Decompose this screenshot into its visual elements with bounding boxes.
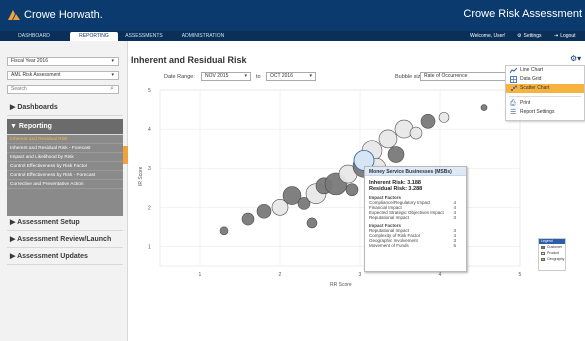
bubble-size-select[interactable]: Rate of Occurrence▾ [420, 72, 512, 81]
date-to-value: OCT 2016 [270, 73, 293, 79]
date-to-select[interactable]: OCT 2016 ▾ [266, 72, 316, 81]
sidebar-section-dashboards[interactable]: ▶ Dashboards [7, 100, 123, 116]
bubble-size-value: Rate of Occurrence [424, 73, 468, 79]
menu-item-label: Report Settings [520, 109, 555, 115]
crowe-logo[interactable]: Crowe Horwath. [8, 9, 103, 21]
legend-swatch [541, 251, 545, 255]
fiscal-year-value: Fiscal Year 2016 [11, 58, 48, 64]
section-label: Dashboards [17, 104, 58, 111]
assessment-select[interactable]: AML Risk Assessment ▾ [7, 71, 119, 80]
sidebar-section-updates[interactable]: ▶ Assessment Updates [7, 249, 123, 265]
factor-name: Reputational Impact [369, 215, 410, 220]
scatter-chart-icon [511, 85, 517, 91]
legend-label: Geography [547, 257, 565, 261]
menu-item-line-chart[interactable]: Line Chart [506, 66, 584, 75]
logo-mark-icon [8, 10, 20, 20]
search-input[interactable]: Search ⌕ [7, 85, 119, 94]
legend-label: Customer [547, 245, 563, 249]
sidebar-item-inherent-residual-forecast[interactable]: Inherent and Residual Risk - Forecast [7, 144, 123, 153]
menu-divider [509, 93, 581, 97]
tooltip-group-1: Compliance/Regulatory Impact 4 Financial I… [365, 200, 466, 220]
menu-item-data-grid[interactable]: Data Grid [506, 75, 584, 84]
menu-item-report-settings[interactable]: ☰ Report Settings [506, 108, 584, 117]
menu-item-label: Scatter Chart [520, 85, 550, 91]
sidebar-item-control-effectiveness-forecast[interactable]: Control Effectiveness by Risk - Forecast [7, 171, 123, 180]
sidebar-section-review[interactable]: ▶ Assessment Review/Launch [7, 232, 123, 248]
sidebar-item-impact-likelihood[interactable]: Impact and Likelihood by Risk [7, 153, 123, 162]
tooltip-factor-row: Movement of Funds 5 [365, 243, 466, 248]
legend-swatch [541, 245, 545, 249]
search-placeholder: Search [11, 86, 27, 92]
tooltip-title: Money Service Businesses (MSBs) [365, 167, 466, 176]
logout-link[interactable]: ⇥ Logout [554, 31, 576, 41]
chart-options-menu: Line Chart Data Grid Scatter Chart ⎙ Prin… [505, 65, 585, 121]
fiscal-year-select[interactable]: Fiscal Year 2016 ▾ [7, 57, 119, 66]
menu-item-print[interactable]: ⎙ Print [506, 99, 584, 108]
chevron-down-icon: ▾ [309, 73, 312, 79]
menu-item-scatter-chart[interactable]: Scatter Chart [506, 84, 584, 93]
menu-item-label: Line Chart [520, 67, 544, 73]
app-title: Crowe Risk Assessment [463, 8, 582, 20]
chevron-down-icon: ▾ [111, 58, 114, 64]
factor-name: Movement of Funds [369, 243, 409, 248]
sidebar-item-corrective-action[interactable]: Corrective and Preventative Action [7, 180, 123, 189]
assessment-value: AML Risk Assessment [11, 72, 61, 78]
logout-label: Logout [560, 33, 576, 39]
sidebar-section-reporting[interactable]: ▼ Reporting [7, 119, 123, 135]
line-chart-icon [510, 67, 517, 74]
nav-bar: DASHBOARD REPORTING ASSESSMENTS ADMINIST… [0, 31, 585, 41]
gear-icon: ⚙ [517, 33, 522, 39]
settings-link[interactable]: ⚙ Settings [517, 31, 542, 41]
factor-value: 3 [453, 215, 456, 220]
logo-text: Crowe Horwath. [24, 9, 103, 21]
tab-administration[interactable]: ADMINISTRATION [172, 32, 234, 41]
menu-item-label: Print [520, 100, 531, 106]
section-label: Reporting [18, 123, 52, 130]
bubble-tooltip: Money Service Businesses (MSBs) Inherent… [364, 166, 467, 272]
welcome-text: Welcome, User! [470, 33, 506, 39]
section-label: Assessment Updates [17, 253, 88, 260]
legend-entry: Geography [539, 256, 565, 262]
settings-list-icon: ☰ [510, 109, 517, 116]
chart-options-gear-icon[interactable]: ⚙▾ [570, 54, 581, 63]
menu-item-label: Data Grid [520, 76, 542, 82]
sidebar: Fiscal Year 2016 ▾ AML Risk Assessment ▾ S… [0, 41, 128, 341]
to-label: to [256, 74, 261, 80]
legend-swatch [541, 257, 545, 261]
tab-dashboard[interactable]: DASHBOARD [8, 32, 60, 41]
grid-icon [510, 76, 517, 83]
logout-icon: ⇥ [554, 33, 559, 39]
tooltip-residual-risk: Residual Risk: 3.288 [369, 186, 423, 192]
date-from-select[interactable]: NOV 2015 ▾ [201, 72, 251, 81]
legend-rows: Customer Product Geography [539, 244, 565, 262]
section-label: Assessment Setup [17, 219, 80, 226]
date-range-label: Date Range: [164, 74, 195, 80]
chevron-down-icon: ▾ [111, 72, 114, 78]
sidebar-item-control-effectiveness-factor[interactable]: Control Effectiveness by Risk Factor [7, 162, 123, 171]
search-icon[interactable]: ⌕ [110, 85, 114, 92]
legend-label: Product [547, 251, 560, 255]
sidebar-section-setup[interactable]: ▶ Assessment Setup [7, 215, 123, 231]
chevron-down-icon: ▾ [244, 73, 247, 79]
print-icon: ⎙ [510, 100, 516, 107]
top-bar: Crowe Horwath. Crowe Risk Assessment [0, 0, 585, 31]
reporting-submenu: Inherent and Residual Risk Inherent and … [7, 135, 123, 216]
tab-assessments[interactable]: ASSESSMENTS [120, 32, 168, 41]
section-label: Assessment Review/Launch [17, 236, 112, 243]
page-title: Inherent and Residual Risk [131, 55, 247, 65]
date-from-value: NOV 2015 [205, 73, 229, 79]
sidebar-item-inherent-residual[interactable]: Inherent and Residual Risk [7, 135, 123, 144]
chart-legend: Legend Customer Product Geography [538, 238, 566, 271]
settings-label: Settings [523, 33, 542, 39]
factor-value: 5 [453, 243, 456, 248]
tooltip-factor-row: Reputational Impact 3 [365, 215, 466, 220]
tab-reporting[interactable]: REPORTING [70, 32, 118, 41]
tooltip-group-2: Reputational Impact 3 Complexity of Risk F… [365, 228, 466, 248]
